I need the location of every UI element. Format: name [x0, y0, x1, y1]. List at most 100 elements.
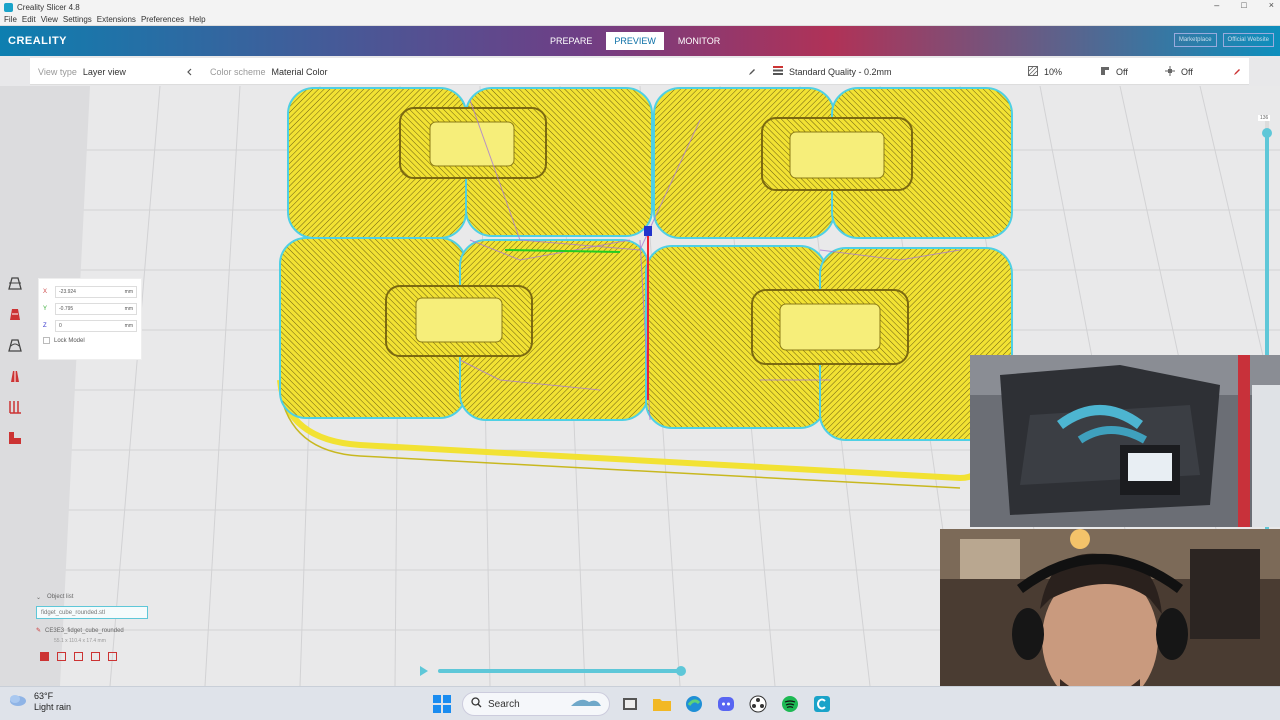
- maximize-button[interactable]: □: [1241, 0, 1246, 10]
- window-controls: – □ ×: [1214, 0, 1274, 10]
- menu-view[interactable]: View: [41, 15, 58, 24]
- rotate-tool-icon[interactable]: [4, 334, 26, 356]
- 3d-view-icon[interactable]: [40, 652, 49, 661]
- title-bar: Creality Slicer 4.8 – □ ×: [0, 0, 1280, 14]
- infill-setting[interactable]: 10%: [1028, 58, 1062, 85]
- object-list-title: Object list: [47, 594, 74, 600]
- task-view-icon[interactable]: [618, 692, 642, 716]
- profile-name: Standard Quality - 0.2mm: [789, 66, 892, 77]
- object-list-panel: ⌄ Object list fidget_cube_rounded.stl ✎ …: [36, 592, 156, 661]
- creality-logo: CREALITY: [8, 35, 67, 47]
- header-buttons: Marketplace Official Website: [1173, 33, 1274, 47]
- weather-temperature: 63°F: [34, 691, 54, 701]
- edit-pencil-icon[interactable]: ✎: [36, 627, 41, 634]
- object-list-item[interactable]: fidget_cube_rounded.stl: [36, 606, 148, 619]
- coordinate-panel: X -23.924 mm Y -0.795 mm Z 0 mm Lock Mod…: [38, 278, 142, 360]
- menu-file[interactable]: File: [4, 15, 17, 24]
- mirror-tool-icon[interactable]: [4, 365, 26, 387]
- support-blocker-icon[interactable]: [4, 427, 26, 449]
- menu-edit[interactable]: Edit: [22, 15, 36, 24]
- official-website-button[interactable]: Official Website: [1222, 33, 1274, 47]
- x-coordinate-field[interactable]: -23.924 mm: [55, 285, 137, 298]
- support-icon: [1100, 66, 1110, 78]
- layer-number: 136: [1258, 115, 1271, 121]
- app-icon: [4, 2, 13, 12]
- view-type-label: View type: [38, 66, 77, 77]
- menu-settings[interactable]: Settings: [63, 15, 92, 24]
- view-type-value: Layer view: [82, 66, 126, 77]
- right-view-icon[interactable]: [108, 652, 117, 661]
- chevron-down-icon: ⌄: [36, 594, 42, 601]
- front-view-icon[interactable]: [57, 652, 66, 661]
- x-coordinate-row: X -23.924 mm: [43, 283, 137, 300]
- lock-model-row: Lock Model: [43, 337, 137, 344]
- adhesion-setting[interactable]: Off: [1165, 58, 1193, 85]
- color-scheme-selector[interactable]: Color scheme Material Color: [210, 58, 328, 85]
- left-toolbar: [4, 272, 26, 449]
- print-profile-selector[interactable]: Standard Quality - 0.2mm: [773, 58, 892, 85]
- lock-model-checkbox[interactable]: [43, 337, 50, 344]
- z-value: 0: [59, 322, 62, 329]
- spotify-icon[interactable]: [778, 692, 802, 716]
- discord-icon[interactable]: [714, 692, 738, 716]
- move-tool-icon[interactable]: [4, 272, 26, 294]
- tab-preview[interactable]: PREVIEW: [606, 32, 664, 50]
- layer-slider-handle[interactable]: [1262, 128, 1272, 138]
- menu-help[interactable]: Help: [189, 15, 205, 24]
- obs-icon[interactable]: [746, 692, 770, 716]
- search-icon: [471, 697, 482, 711]
- model-dimensions: 55.1 x 110.4 x 17.4 mm: [54, 638, 106, 644]
- support-value: Off: [1116, 66, 1128, 77]
- close-button[interactable]: ×: [1269, 0, 1274, 10]
- per-model-settings-icon[interactable]: [4, 396, 26, 418]
- play-icon[interactable]: [420, 666, 428, 676]
- color-scheme-label: Color scheme: [210, 66, 266, 77]
- playback-handle[interactable]: [676, 666, 686, 676]
- top-view-icon[interactable]: [74, 652, 83, 661]
- pencil-icon[interactable]: [748, 58, 756, 85]
- z-coordinate-row: Z 0 mm: [43, 317, 137, 334]
- taskbar-search[interactable]: Search: [462, 692, 610, 716]
- z-coordinate-field[interactable]: 0 mm: [55, 319, 137, 332]
- windows-start-icon[interactable]: [430, 692, 454, 716]
- tab-monitor[interactable]: MONITOR: [670, 32, 728, 50]
- preview-toolbar: View type Layer view Color scheme Materi…: [30, 58, 1249, 85]
- weather-condition: Light rain: [34, 702, 72, 712]
- windows-taskbar: 63°F Light rain Search: [0, 686, 1280, 720]
- y-coordinate-row: Y -0.795 mm: [43, 300, 137, 317]
- stage-tabs: PREPARE PREVIEW MONITOR: [542, 32, 728, 50]
- weather-widget[interactable]: 63°F Light rain: [8, 691, 71, 713]
- x-value: -23.924: [59, 288, 76, 295]
- profile-icon: [773, 66, 783, 77]
- support-setting[interactable]: Off: [1100, 58, 1128, 85]
- object-list-header[interactable]: ⌄ Object list: [36, 592, 156, 602]
- creality-slicer-taskbar-icon[interactable]: [810, 692, 834, 716]
- search-highlight-icon: [569, 696, 603, 713]
- tab-prepare[interactable]: PREPARE: [542, 32, 600, 50]
- edge-browser-icon[interactable]: [682, 692, 706, 716]
- scale-tool-icon[interactable]: [4, 303, 26, 325]
- minimize-button[interactable]: –: [1214, 0, 1219, 10]
- y-coordinate-field[interactable]: -0.795 mm: [55, 302, 137, 315]
- search-placeholder: Search: [488, 698, 520, 710]
- taskbar-apps: Search: [430, 692, 834, 716]
- printer-webcam-overlay: [970, 355, 1280, 527]
- model-name: CE3E3_fidget_cube_rounded: [45, 627, 124, 634]
- adhesion-icon: [1165, 65, 1175, 78]
- z-unit: mm: [124, 322, 133, 329]
- edit-settings-icon[interactable]: [1233, 58, 1241, 85]
- marketplace-button[interactable]: Marketplace: [1173, 33, 1217, 47]
- y-axis-label: Y: [43, 305, 48, 312]
- model-name-row: ✎ CE3E3_fidget_cube_rounded: [36, 627, 156, 635]
- view-type-selector[interactable]: View type Layer view: [38, 58, 126, 85]
- menu-preferences[interactable]: Preferences: [141, 15, 184, 24]
- cloud-rain-icon: [8, 693, 28, 712]
- chevron-left-icon[interactable]: [186, 58, 194, 85]
- infill-icon: [1028, 65, 1038, 78]
- menu-extensions[interactable]: Extensions: [97, 15, 136, 24]
- y-unit: mm: [124, 305, 133, 312]
- file-explorer-icon[interactable]: [650, 692, 674, 716]
- left-view-icon[interactable]: [91, 652, 100, 661]
- y-value: -0.795: [59, 305, 74, 312]
- z-axis-label: Z: [43, 322, 47, 329]
